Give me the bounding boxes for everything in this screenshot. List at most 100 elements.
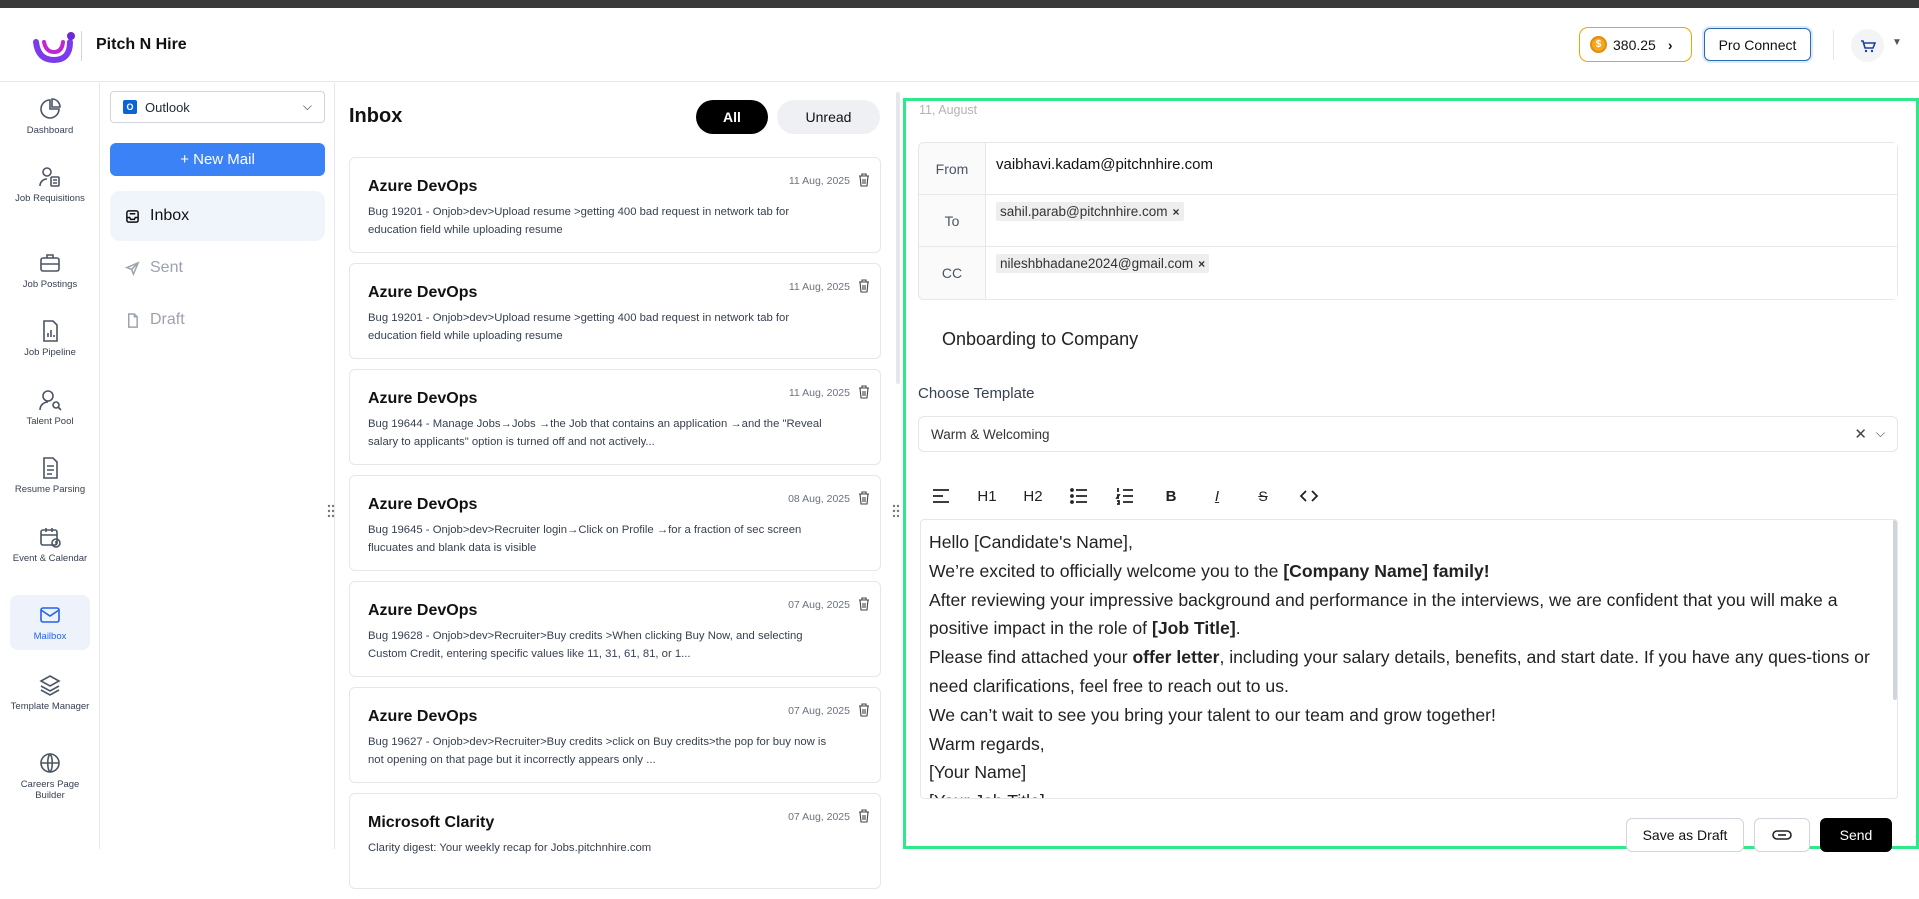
- body-line: After reviewing your impressive backgrou…: [929, 589, 1838, 639]
- paperclip-icon: [1772, 830, 1792, 840]
- folder-inbox[interactable]: Inbox: [110, 191, 325, 241]
- strikethrough-button[interactable]: S: [1240, 478, 1286, 514]
- avatar[interactable]: [1851, 29, 1884, 62]
- compose-actions: Save as Draft Send: [1626, 818, 1892, 852]
- bullet-list-button[interactable]: [1056, 478, 1102, 514]
- nav-careers-page-builder[interactable]: Careers Page Builder: [10, 751, 90, 801]
- inbox-title: Inbox: [349, 105, 403, 127]
- mail-date: 07 Aug, 2025: [788, 705, 850, 717]
- briefcase-icon: [40, 254, 60, 272]
- window-top-strip: [0, 0, 1919, 8]
- mail-snippet: Bug 19201 - Onjob>dev>Upload resume >get…: [368, 312, 790, 342]
- to-field[interactable]: sahil.parab@pitchnhire.com ×: [986, 195, 1897, 246]
- folder-label: Draft: [150, 311, 185, 328]
- cc-field[interactable]: nileshbhadane2024@gmail.com ×: [986, 247, 1897, 299]
- chevron-right-icon: ›: [1667, 36, 1673, 53]
- nav-talent-pool[interactable]: Talent Pool: [10, 388, 90, 427]
- mail-item[interactable]: Microsoft Clarity 07 Aug, 2025 Clarity d…: [349, 793, 881, 889]
- body-line: [Your Job Title]: [929, 787, 1889, 798]
- nav-mailbox[interactable]: Mailbox: [10, 595, 90, 650]
- trash-icon[interactable]: [858, 491, 870, 505]
- code-icon: [1299, 490, 1319, 502]
- mail-date: 07 Aug, 2025: [788, 811, 850, 823]
- mail-item[interactable]: Azure DevOps 07 Aug, 2025 Bug 19627 - On…: [349, 687, 881, 783]
- cc-email: nileshbhadane2024@gmail.com: [1000, 256, 1194, 271]
- body-line: We can’t wait to see you bring your tale…: [929, 704, 1496, 725]
- remove-chip-icon[interactable]: ×: [1198, 257, 1205, 271]
- template-select[interactable]: Warm & Welcoming ✕ ⌵: [918, 416, 1898, 452]
- mail-item[interactable]: Azure DevOps 07 Aug, 2025 Bug 19628 - On…: [349, 581, 881, 677]
- attach-button[interactable]: [1754, 818, 1810, 852]
- mail-item[interactable]: Azure DevOps 11 Aug, 2025 Bug 19644 - Ma…: [349, 369, 881, 465]
- nav-job-requisitions[interactable]: Job Requisitions: [10, 165, 90, 204]
- inbox-icon: [126, 209, 139, 223]
- nav-label: Talent Pool: [26, 416, 74, 427]
- outlook-icon: O: [123, 100, 137, 114]
- body-line: Warm regards,: [929, 733, 1045, 754]
- nav-label: Resume Parsing: [14, 484, 86, 495]
- code-button[interactable]: [1286, 478, 1332, 514]
- nav-job-postings[interactable]: Job Postings: [10, 251, 90, 290]
- trash-icon[interactable]: [858, 809, 870, 823]
- panel-resize-handle[interactable]: [891, 503, 901, 519]
- folder-sent[interactable]: Sent: [110, 243, 325, 293]
- clear-icon[interactable]: ✕: [1854, 425, 1867, 443]
- ordered-list-button[interactable]: [1102, 478, 1148, 514]
- italic-button[interactable]: I: [1194, 478, 1240, 514]
- align-button[interactable]: [918, 478, 964, 514]
- credits-button[interactable]: $ 380.25 ›: [1579, 27, 1692, 62]
- nav-template-manager[interactable]: Template Manager: [10, 673, 90, 712]
- mail-icon: [40, 607, 60, 623]
- new-mail-button[interactable]: + New Mail: [110, 143, 325, 176]
- cc-row: CC nileshbhadane2024@gmail.com ×: [919, 247, 1897, 299]
- nav-job-pipeline[interactable]: Job Pipeline: [10, 319, 90, 358]
- bold-button[interactable]: B: [1148, 478, 1194, 514]
- brand-name: Pitch N Hire: [96, 36, 187, 53]
- mail-provider-select[interactable]: O Outlook ⌵: [110, 91, 325, 123]
- remove-chip-icon[interactable]: ×: [1173, 205, 1180, 219]
- heading-1-button[interactable]: H1: [964, 478, 1010, 514]
- document-icon: [43, 457, 58, 479]
- from-field[interactable]: vaibhavi.kadam@pitchnhire.com: [986, 143, 1897, 194]
- subject-field[interactable]: Onboarding to Company: [942, 329, 1138, 350]
- chevron-down-icon[interactable]: ⌵: [1876, 426, 1885, 441]
- nav-dashboard[interactable]: Dashboard: [10, 97, 90, 136]
- body-line: We’re excited to officially welcome you …: [929, 560, 1490, 581]
- nav-label: Dashboard: [26, 125, 74, 136]
- mail-item[interactable]: Azure DevOps 11 Aug, 2025 Bug 19201 - On…: [349, 263, 881, 359]
- nav-event-calendar[interactable]: Event & Calendar: [10, 525, 90, 564]
- mail-sender: Azure DevOps: [368, 178, 478, 195]
- folder-draft[interactable]: Draft: [110, 295, 325, 345]
- mail-date: 11 Aug, 2025: [788, 175, 850, 187]
- bullet-list-icon: [1070, 488, 1087, 504]
- filter-all-button[interactable]: All: [696, 100, 768, 134]
- panel-resize-handle[interactable]: [326, 503, 336, 519]
- brand-logo-icon[interactable]: [32, 30, 76, 64]
- pro-connect-button[interactable]: Pro Connect: [1704, 28, 1811, 61]
- email-body-editor[interactable]: Hello [Candidate's Name], We’re excited …: [920, 519, 1898, 799]
- heading-2-button[interactable]: H2: [1010, 478, 1056, 514]
- mail-item[interactable]: Azure DevOps 08 Aug, 2025 Bug 19645 - On…: [349, 475, 881, 571]
- user-search-icon: [39, 390, 62, 411]
- editor-scrollbar[interactable]: [1893, 520, 1897, 700]
- template-value: Warm & Welcoming: [931, 426, 1050, 442]
- chevron-down-icon[interactable]: ▼: [1892, 37, 1902, 48]
- recipient-email: sahil.parab@pitchnhire.com: [1000, 204, 1168, 219]
- mail-item[interactable]: Azure DevOps 11 Aug, 2025 Bug 19201 - On…: [349, 157, 881, 253]
- credits-value: 380.25: [1613, 36, 1656, 53]
- save-draft-button[interactable]: Save as Draft: [1626, 818, 1744, 852]
- inbox-scrollbar[interactable]: [896, 92, 900, 384]
- trash-icon[interactable]: [858, 279, 870, 293]
- align-left-icon: [933, 489, 949, 503]
- filter-unread-button[interactable]: Unread: [777, 100, 880, 134]
- trash-icon[interactable]: [858, 385, 870, 399]
- trash-icon[interactable]: [858, 597, 870, 611]
- pie-chart-icon: [40, 98, 61, 119]
- send-button[interactable]: Send: [1820, 818, 1892, 852]
- cc-label: CC: [919, 247, 986, 299]
- trash-icon[interactable]: [858, 173, 870, 187]
- bar-chart-doc-icon: [43, 320, 58, 342]
- nav-resume-parsing[interactable]: Resume Parsing: [10, 456, 90, 495]
- trash-icon[interactable]: [858, 703, 870, 717]
- nav-label: Mailbox: [33, 631, 67, 642]
